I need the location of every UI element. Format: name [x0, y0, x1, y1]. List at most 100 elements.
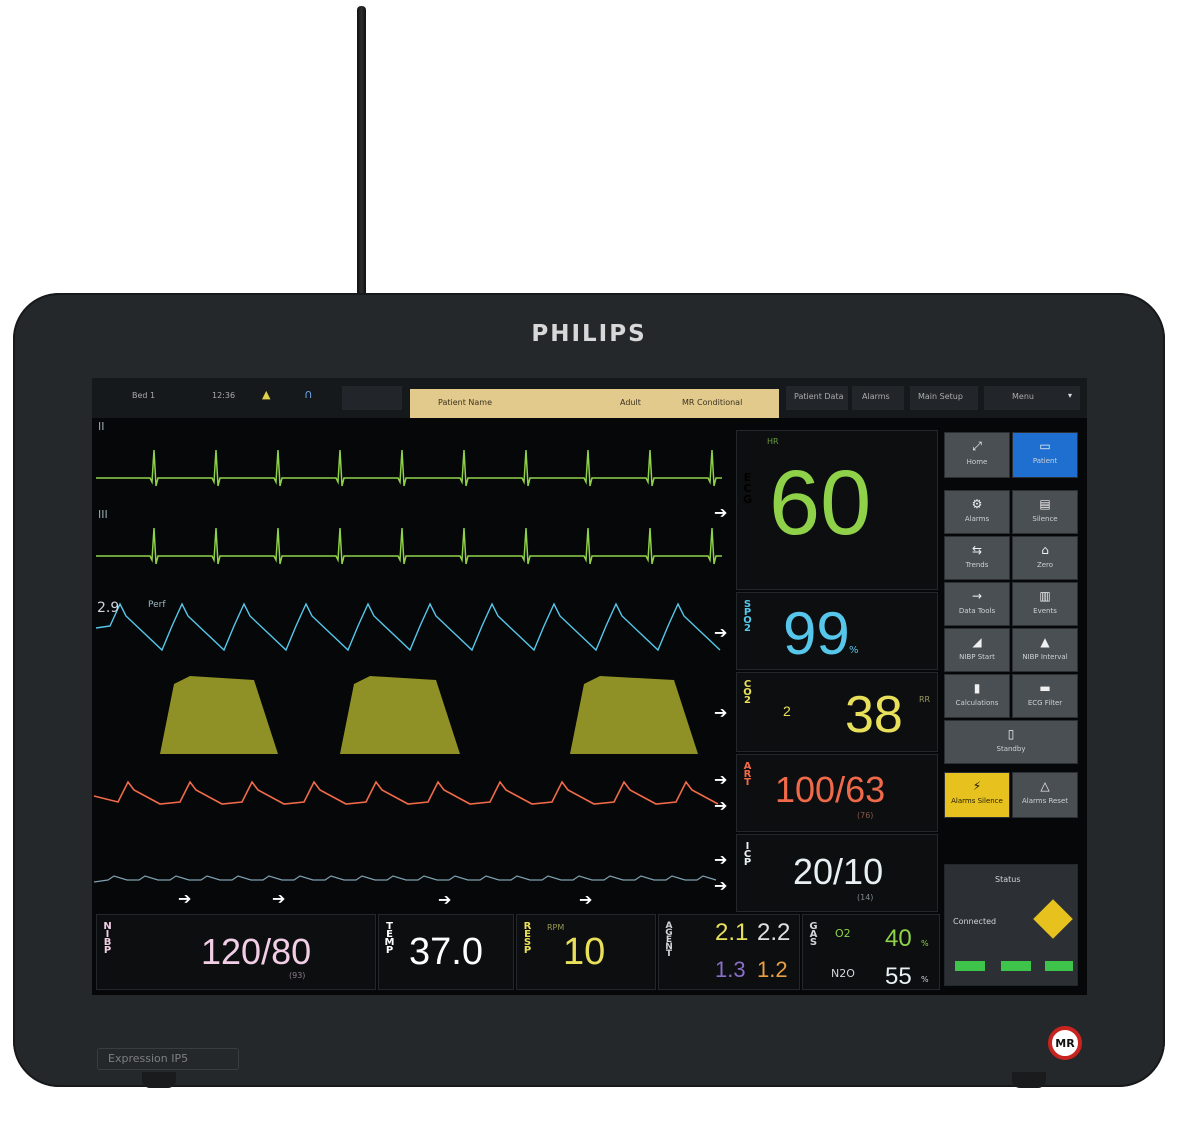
art-mean: (76): [857, 811, 874, 820]
home-button[interactable]: ⤢ Home: [944, 432, 1010, 478]
left-foot: [142, 1072, 176, 1088]
ecg-arrow-icon: ➔: [714, 503, 728, 522]
side-button-label: Data Tools: [958, 607, 996, 615]
co2-unit: RR: [919, 695, 931, 704]
side-button-icon: →: [971, 589, 983, 603]
monitor-screen: Bed 1 12:36 ▲ ∩ Patient Name Adult MR Co…: [92, 378, 1087, 995]
agent-label: AGENT: [664, 921, 674, 956]
home-icon: ⤢: [972, 439, 982, 453]
side-button-nibp-interval[interactable]: ▲ NIBP Interval: [1012, 628, 1078, 672]
gas-label: GAS: [808, 921, 819, 945]
patient-banner[interactable]: Patient Name Adult MR Conditional: [410, 389, 779, 418]
side-button-icon: ▬: [1039, 681, 1051, 695]
side-button-icon: ▤: [1039, 497, 1051, 511]
icp-value: 20/10: [793, 851, 884, 892]
reset-icon: △: [1040, 779, 1050, 793]
side-button-ecg-filter[interactable]: ▬ ECG Filter: [1012, 674, 1078, 718]
resp-value: 10: [563, 931, 606, 973]
art-arrow-2-icon: ➔: [714, 796, 728, 815]
o2-value: 40: [885, 925, 912, 952]
o2-unit: %: [921, 939, 929, 948]
side-button-silence[interactable]: ▤ Silence: [1012, 490, 1078, 534]
network-icon: ∩: [304, 387, 313, 401]
profile-button[interactable]: [342, 386, 402, 410]
nibp-tile[interactable]: NIBP 120/80 (93): [96, 914, 376, 990]
patient-data-button[interactable]: Patient Data: [786, 386, 848, 410]
side-button-icon: ⇆: [971, 543, 983, 557]
co2-insp-value: 2: [783, 703, 791, 719]
co2-arrow-icon: ➔: [714, 703, 728, 722]
trend-arrow-4-icon: ➔: [579, 890, 593, 909]
status-title: Status: [995, 875, 1021, 884]
side-button-calculations[interactable]: ▮ Calculations: [944, 674, 1010, 718]
silence-icon: ⚡: [972, 779, 982, 793]
spo2-arrow-icon: ➔: [714, 623, 728, 642]
side-button-label: Standby: [996, 745, 1026, 753]
side-button-zero[interactable]: ⌂ Zero: [1012, 536, 1078, 580]
main-setup-button[interactable]: Main Setup: [910, 386, 978, 410]
nibp-mean: (93): [289, 971, 306, 980]
art-arrow-icon: ➔: [714, 770, 728, 789]
icp-arrow-icon: ➔: [714, 850, 728, 869]
ecg-numeric-tile[interactable]: ECG HR 60: [736, 430, 938, 590]
art-value: 100/63: [775, 769, 886, 810]
status-line: Connected: [953, 917, 997, 926]
trend-arrow-2-icon: ➔: [272, 889, 286, 908]
side-button-icon: ▥: [1039, 589, 1051, 603]
menu-dropdown[interactable]: Menu ▾: [984, 386, 1080, 410]
ecg-lead-2-label: III: [98, 508, 108, 521]
icp-wave: [93, 875, 717, 883]
side-button-trends[interactable]: ⇆ Trends: [944, 536, 1010, 580]
side-button-label: ECG Filter: [1027, 699, 1063, 707]
alert-icon: ▲: [262, 388, 271, 401]
right-foot: [1012, 1072, 1046, 1088]
agent-value-2a: 1.3: [715, 957, 746, 982]
alarms-reset-button[interactable]: △ Alarms Reset: [1012, 772, 1078, 818]
nibp-label: NIBP: [102, 921, 113, 953]
side-button-icon: ⚙: [971, 497, 983, 511]
art-numeric-tile[interactable]: ART 100/63 (76): [736, 754, 938, 832]
resp-tile[interactable]: RESP RPM 10: [516, 914, 656, 990]
agent-value-1b: 2.2: [757, 919, 791, 946]
waveform-area: [93, 449, 722, 883]
temp-tile[interactable]: TEMP 37.0: [378, 914, 514, 990]
agent-tile[interactable]: AGENT 2.1 2.2 1.3 1.2: [658, 914, 800, 990]
patient-icon: ▭: [1039, 439, 1051, 453]
gas-tile[interactable]: GAS O2 40 % N2O 55 %: [802, 914, 940, 990]
nibp-value: 120/80: [201, 931, 312, 972]
icp-mean: (14): [857, 893, 874, 902]
model-label: Expression IP5: [97, 1048, 239, 1070]
co2-wave: [160, 676, 698, 754]
side-button-alarms[interactable]: ⚙ Alarms: [944, 490, 1010, 534]
patient-button[interactable]: ▭ Patient: [1012, 432, 1078, 478]
pleth-wave: [95, 602, 721, 652]
side-button-icon: ⌂: [1041, 543, 1049, 557]
side-button-label: Calculations: [955, 699, 999, 707]
warning-icon: [1033, 899, 1073, 939]
co2-numeric-tile[interactable]: CO2 2 38 RR: [736, 672, 938, 752]
pleth-perf-label: Perf: [148, 600, 166, 610]
alarms-silence-button[interactable]: ⚡ Alarms Silence: [944, 772, 1010, 818]
art-label: ART: [742, 761, 753, 785]
side-button-icon: ◢: [972, 635, 982, 649]
alarms-button[interactable]: Alarms: [852, 386, 904, 410]
side-button-standby[interactable]: ▯ Standby: [944, 720, 1078, 764]
side-button-label: Silence: [1032, 515, 1058, 523]
mr-badge: MR: [1048, 1026, 1082, 1060]
side-button-label: Zero: [1036, 561, 1054, 569]
side-button-icon: ▮: [973, 681, 981, 695]
spo2-numeric-tile[interactable]: SPO2 99 %: [736, 592, 938, 670]
resp-label: RESP: [522, 921, 533, 953]
o2-label: O2: [835, 927, 851, 940]
side-button-nibp-start[interactable]: ◢ NIBP Start: [944, 628, 1010, 672]
agent-value-2b: 1.2: [757, 957, 788, 982]
side-button-events[interactable]: ▥ Events: [1012, 582, 1078, 626]
ecg-label: ECG: [741, 471, 754, 504]
side-button-data-tools[interactable]: → Data Tools: [944, 582, 1010, 626]
icp-numeric-tile[interactable]: ICP 20/10 (14): [736, 834, 938, 912]
n2o-unit: %: [921, 975, 929, 984]
side-button-label: Trends: [965, 561, 989, 569]
side-button-icon: ▯: [1007, 727, 1015, 741]
icp-label: ICP: [742, 841, 753, 865]
battery-3-icon: [1045, 961, 1073, 971]
